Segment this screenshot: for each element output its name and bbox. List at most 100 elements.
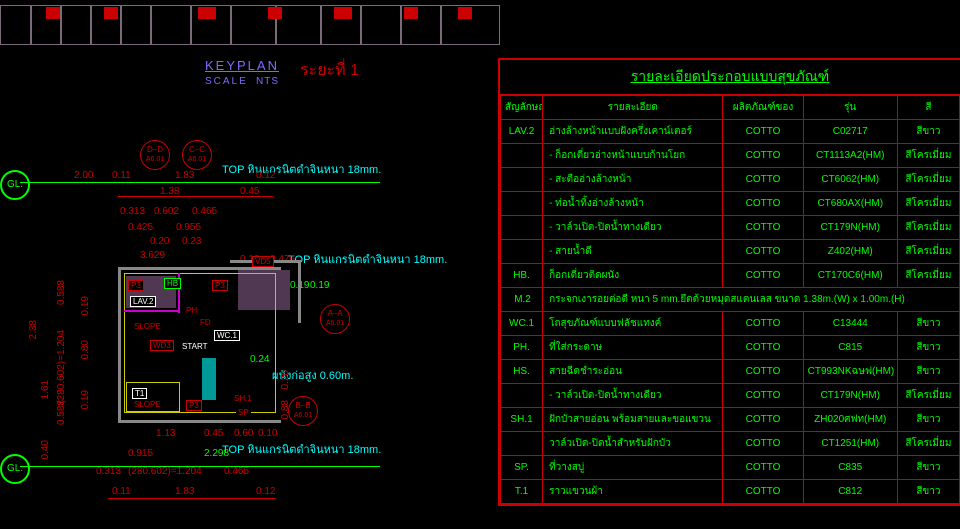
section-bubble-bottom: A6.01 (141, 155, 169, 165)
spec-row: WC.1โถสุขภัณฑ์แบบฟลัชแทงค์COTTOC13444สีข… (501, 312, 960, 336)
tag-wd3: WD3 (150, 340, 174, 351)
spec-cell-mdl: ZH020ศฟท(HM) (803, 408, 897, 432)
keyplan-marker (334, 7, 352, 19)
spec-cell-sym (501, 192, 543, 216)
tag-fd: FD (198, 318, 213, 327)
spec-cell-mdl: CT1251(HM) (803, 432, 897, 456)
spec-cell-desc: วาล์วเปิด-ปิดน้ำสำหรับฝักบัว (543, 432, 723, 456)
dim: 2.00 (74, 170, 93, 181)
spec-cell-mfr: COTTO (723, 192, 803, 216)
spec-cell-sym: PH. (501, 336, 543, 360)
spec-cell-mfr: COTTO (723, 120, 803, 144)
spec-cell-sym (501, 168, 543, 192)
dim: 0.19 (80, 390, 91, 409)
dim: 0.588 (56, 400, 67, 425)
spec-row: - ก็อกเดี่ยวอ่างหน้าแบบก้านโยกCOTTOCT111… (501, 144, 960, 168)
spec-cell-clr: สีโครเมี่ยม (897, 216, 959, 240)
keyplan-scale-label: SCALE (205, 76, 248, 87)
tag-ph: PH (184, 306, 199, 315)
dim: 0.19 (310, 280, 329, 291)
spec-row: วาล์วเปิด-ปิดน้ำสำหรับฝักบัวCOTTOCT1251(… (501, 432, 960, 456)
dim-line (108, 498, 276, 499)
spec-row: SP.ที่วางสบู่COTTOC835สีขาว (501, 456, 960, 480)
spec-cell-mfr: COTTO (723, 408, 803, 432)
spec-cell-mfr: COTTO (723, 264, 803, 288)
tag-sh1: SH.1 (232, 394, 254, 403)
spec-cell-sym: SH.1 (501, 408, 543, 432)
keyplan-marker (458, 7, 472, 19)
spec-cell-desc: โถสุขภัณฑ์แบบฟลัชแทงค์ (543, 312, 723, 336)
section-bubble-c: C–C A6.01 (182, 140, 212, 170)
spec-cell-clr: สีขาว (897, 336, 959, 360)
spec-cell-sym: HB. (501, 264, 543, 288)
spec-cell-mfr: COTTO (723, 336, 803, 360)
spec-cell-mfr: COTTO (723, 168, 803, 192)
spec-table-title: รายละเอียดประกอบแบบสุขภัณฑ์ (500, 60, 960, 95)
spec-cell-clr: สีโครเมี่ยม (897, 144, 959, 168)
spec-table-grid: สัญลักษณ์ รายละเอียด ผลิตภัณฑ์ของ รุ่น ส… (500, 95, 960, 504)
dim: 1.13 (156, 428, 175, 439)
dim: 0.313 (120, 206, 145, 217)
spec-cell-sym (501, 432, 543, 456)
dim: 0.12 (256, 170, 275, 181)
spec-cell-clr: สีขาว (897, 456, 959, 480)
keyplan-label: KEYPLAN (205, 58, 279, 73)
spec-cell-clr: สีโครเมี่ยม (897, 384, 959, 408)
spec-cell-mdl: CT179N(HM) (803, 384, 897, 408)
spec-cell-desc: ที่วางสบู่ (543, 456, 723, 480)
tag-p3b: P3 (212, 280, 228, 291)
dim: 2.298 (204, 448, 229, 459)
keyplan-marker (46, 7, 60, 19)
spec-cell-desc: - สายน้ำดี (543, 240, 723, 264)
tag-hb: HB (164, 278, 181, 289)
spec-cell-mdl: CT993NKฉษฟ(HM) (803, 360, 897, 384)
spec-cell-mfr: COTTO (723, 216, 803, 240)
spec-cell-sym: M.2 (501, 288, 543, 312)
dim: 0.602 (154, 206, 179, 217)
keyplan-marker (268, 7, 282, 19)
tag-p3c: P3 (186, 400, 202, 411)
spec-cell-mdl: CT179N(HM) (803, 216, 897, 240)
spec-cell-mdl: CT680AX(HM) (803, 192, 897, 216)
spec-row: M.2กระจกเงารอยต่อดี หนา 5 mm.ยึดด้วยหมุด… (501, 288, 960, 312)
spec-row: HB.ก็อกเดี่ยวติดผนังCOTTOCT170C6(HM)สีโค… (501, 264, 960, 288)
spec-cell-desc: อ่างล้างหน้าแบบฝังครึ่งเคาน์เตอร์ (543, 120, 723, 144)
dim: 0.23 (182, 236, 201, 247)
spec-cell-clr: สีโครเมี่ยม (897, 192, 959, 216)
dim: 0.20 (280, 370, 291, 389)
dim: 0.915 (128, 448, 153, 459)
spec-cell-mdl: C812 (803, 480, 897, 504)
spec-cell-mfr: COTTO (723, 240, 803, 264)
dim: 0.465 (224, 466, 249, 477)
spec-cell-mdl: CT1113A2(HM) (803, 144, 897, 168)
spec-cell-clr: สีขาว (897, 312, 959, 336)
dim: (280.602)=1.204 (128, 466, 202, 477)
spec-cell-mfr: COTTO (723, 384, 803, 408)
spec-cell-mdl: C815 (803, 336, 897, 360)
spec-cell-desc: - วาล์วเปิด-ปิดน้ำทางเดียว (543, 384, 723, 408)
keyplan-strip: /* placeholder so following static divs … (0, 0, 500, 56)
spec-cell-clr: สีโครเมี่ยม (897, 264, 959, 288)
spec-cell-clr: สีขาว (897, 120, 959, 144)
spec-cell-desc: ที่ใส่กระดาษ (543, 336, 723, 360)
spec-cell-sym: SP. (501, 456, 543, 480)
spec-cell-desc: - ก็อกเดี่ยวอ่างหน้าแบบก้านโยก (543, 144, 723, 168)
dim: 0.313 (96, 466, 121, 477)
section-bubble-top: B–B (289, 401, 317, 411)
dim: 0.45 (240, 186, 259, 197)
spec-row: SH.1ฝักบัวสายอ่อน พร้อมสายและขอแขวนCOTTO… (501, 408, 960, 432)
section-bubble-a: A–A A6.01 (320, 304, 350, 334)
spec-cell-sym: HS. (501, 360, 543, 384)
dim: 0.60 (234, 428, 253, 439)
spec-th-clr: สี (897, 96, 959, 120)
spec-cell-desc: กระจกเงารอยต่อดี หนา 5 mm.ยึดด้วยหมุดสแต… (543, 288, 960, 312)
section-bubble-b: B–B A6.01 (288, 396, 318, 426)
tag-wc1: WC.1 (214, 330, 240, 341)
spec-cell-sym (501, 216, 543, 240)
spec-row: HS.สายฉีดชำระอ่อนCOTTOCT993NKฉษฟ(HM)สีขา… (501, 360, 960, 384)
spec-cell-desc: - วาล์วเปิด-ปิดน้ำทางเดียว (543, 216, 723, 240)
grid-line (20, 182, 380, 183)
tag-lav2: LAV.2 (130, 296, 156, 307)
spec-cell-mfr: COTTO (723, 432, 803, 456)
counter-top-right (238, 270, 290, 310)
